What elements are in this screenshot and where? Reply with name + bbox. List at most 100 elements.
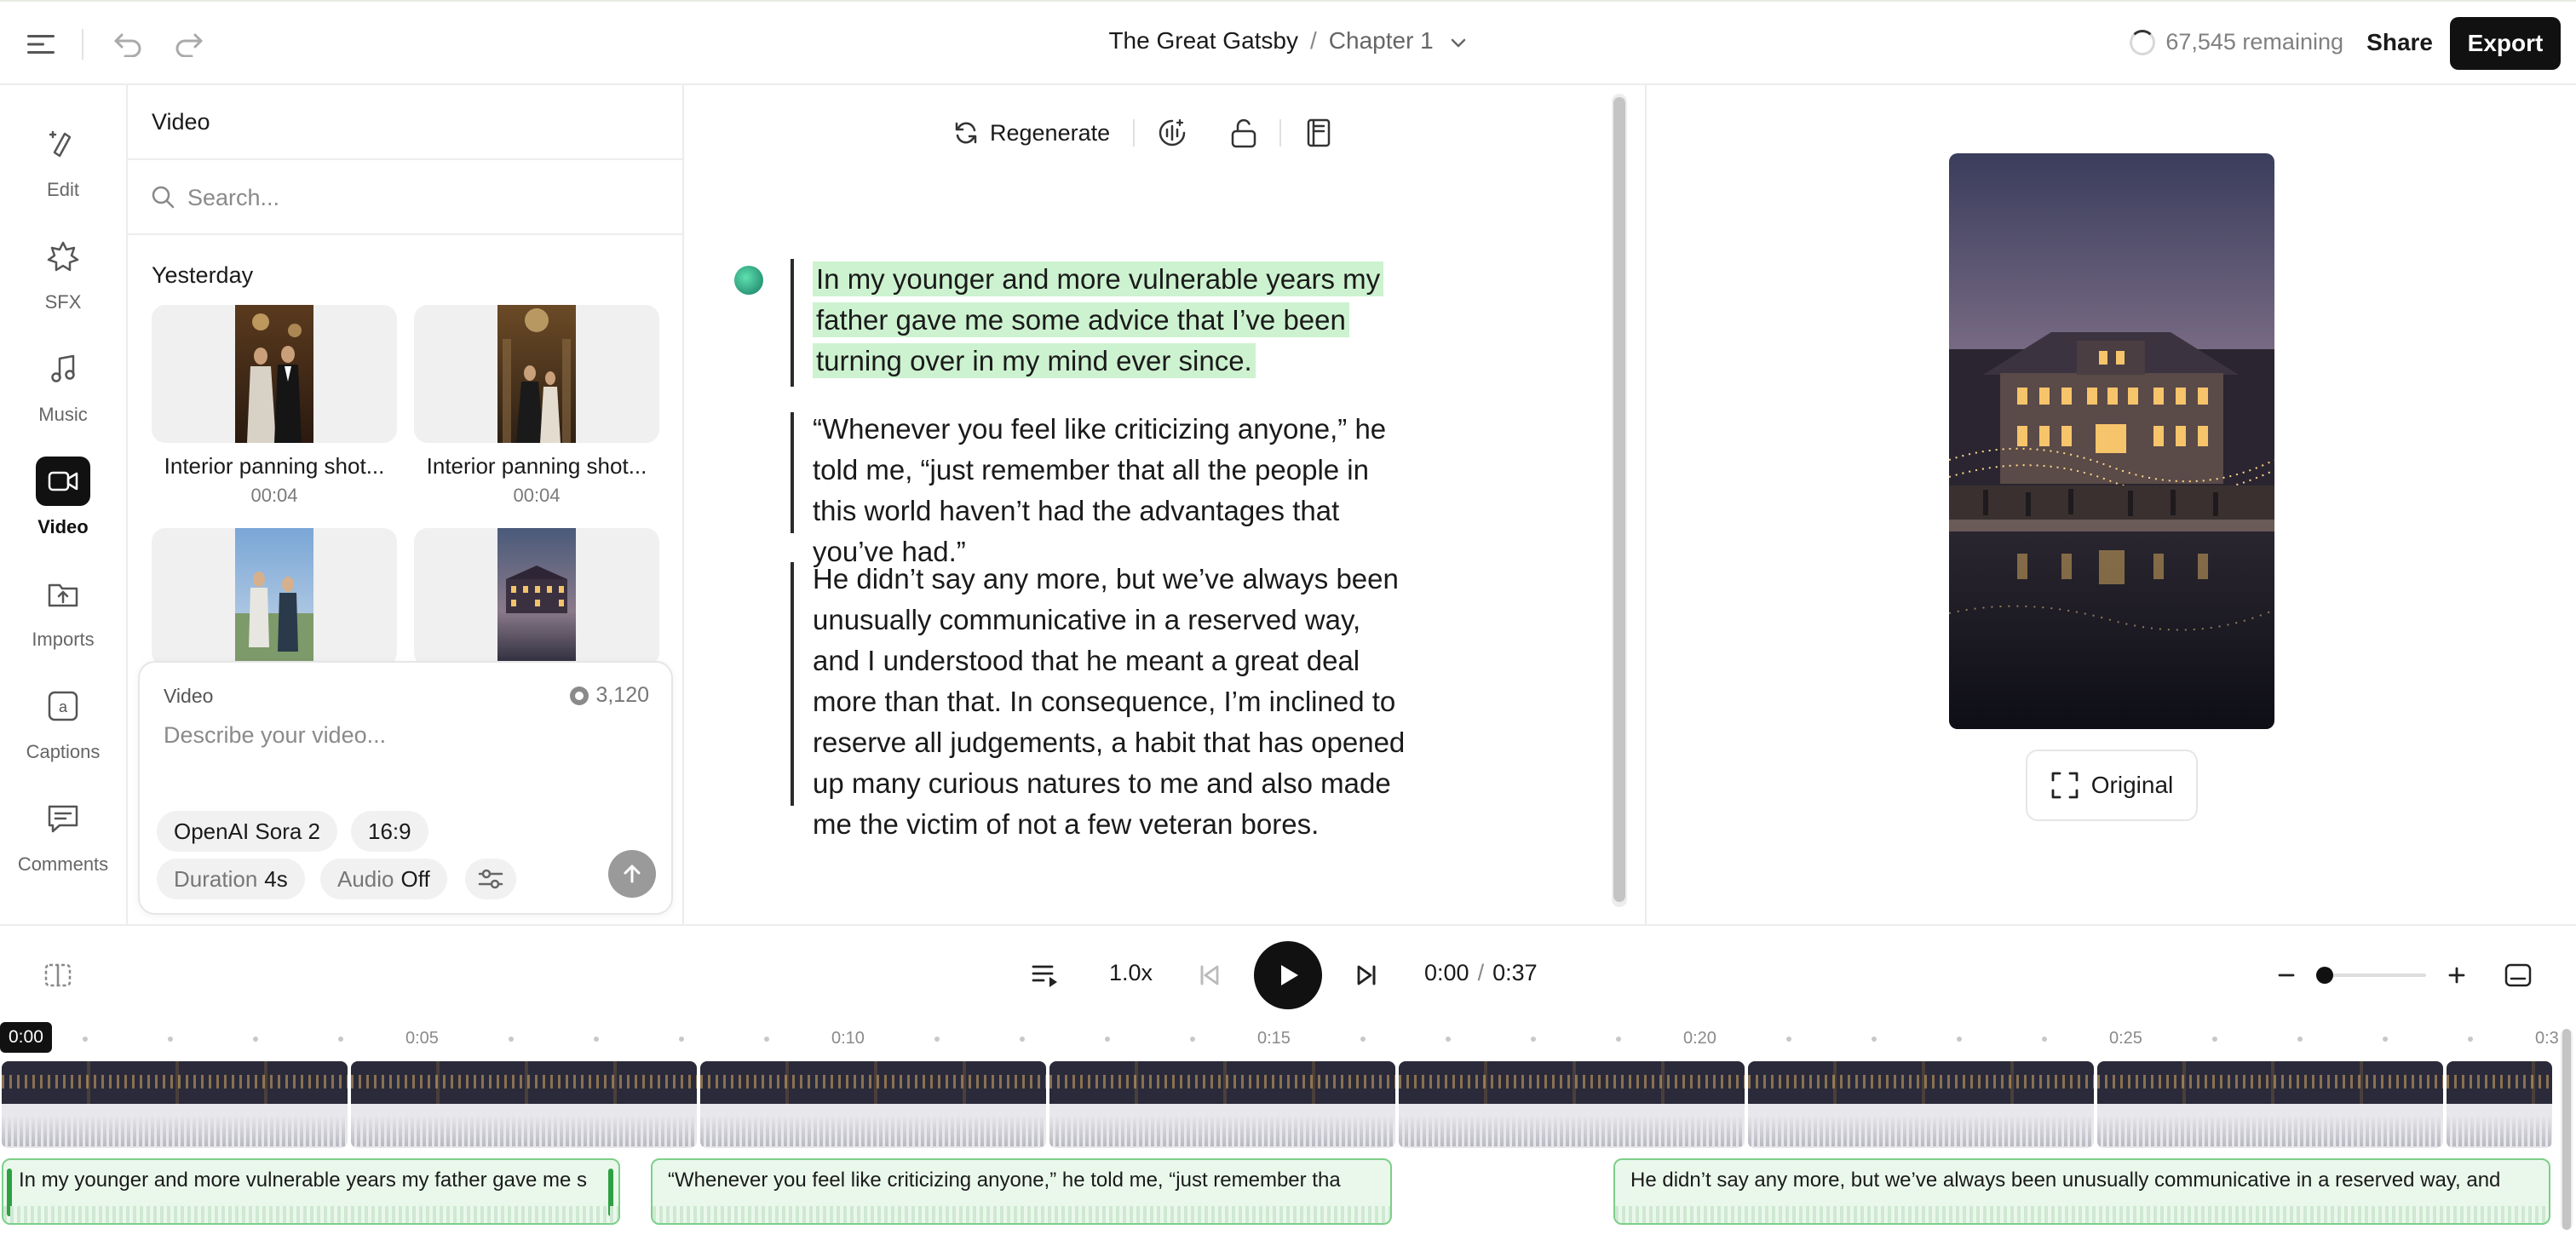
share-button[interactable]: Share: [2366, 29, 2433, 56]
send-button[interactable]: [608, 850, 656, 898]
rail-label: SFX: [44, 291, 82, 313]
tick-label: 0:10: [831, 1029, 865, 1048]
split-view-icon[interactable]: [41, 958, 75, 992]
scrollbar-thumb[interactable]: [2562, 1029, 2571, 1230]
rail-item-comments[interactable]: Comments: [0, 782, 126, 876]
playback-speed[interactable]: 1.0x: [1109, 960, 1153, 986]
zoom-slider[interactable]: [2324, 974, 2426, 977]
video-item[interactable]: [414, 528, 659, 666]
playlist-icon[interactable]: [1027, 956, 1065, 994]
rail-item-music[interactable]: Music: [0, 332, 126, 426]
tick-mark: [2383, 1037, 2388, 1042]
tick-label: 0:20: [1683, 1029, 1716, 1048]
duration-label: Duration: [174, 865, 258, 892]
audio-toggle[interactable]: Audio Off: [320, 859, 447, 899]
caption-clip[interactable]: “Whenever you feel like criticizing anyo…: [651, 1158, 1392, 1225]
rail-item-imports[interactable]: Imports: [0, 557, 126, 651]
panel-title: Video: [152, 109, 210, 135]
video-clip[interactable]: [700, 1061, 1046, 1148]
video-item[interactable]: [152, 528, 397, 666]
redo-icon[interactable]: [170, 26, 208, 63]
tick-mark: [1957, 1037, 1962, 1042]
svg-text:a: a: [59, 698, 68, 715]
captions-icon: a: [36, 681, 90, 731]
mansion-preview-image: [1949, 153, 2274, 729]
video-prompt-input[interactable]: [164, 722, 641, 749]
export-button[interactable]: Export: [2450, 17, 2561, 70]
duration-selector[interactable]: Duration 4s: [157, 859, 305, 899]
tick-label: 0:25: [2109, 1029, 2142, 1048]
zoom-slider-handle[interactable]: [2316, 967, 2333, 984]
total-time: 0:37: [1492, 960, 1538, 985]
video-clip[interactable]: [2097, 1061, 2443, 1148]
scrollbar-thumb[interactable]: [1613, 97, 1625, 902]
tool-rail: Edit SFX Music Video Imports a Captions: [0, 85, 128, 924]
search-icon: [150, 184, 175, 214]
settings-sliders-icon[interactable]: [465, 859, 516, 899]
original-aspect-button[interactable]: Original: [2026, 750, 2198, 821]
chapter-selector[interactable]: Chapter 1: [1329, 27, 1434, 54]
video-thumbnail: [152, 305, 397, 443]
script-paragraph[interactable]: He didn’t say any more, but we’ve always…: [794, 559, 1407, 845]
video-clip[interactable]: [1748, 1061, 2094, 1148]
unlock-icon[interactable]: [1223, 112, 1264, 153]
caption-text: “Whenever you feel like criticizing anyo…: [668, 1169, 1341, 1192]
video-thumbnail: [414, 305, 659, 443]
zoom-out-icon[interactable]: [2269, 958, 2303, 992]
preview-panel: Original: [1645, 85, 2576, 924]
play-button[interactable]: [1254, 941, 1322, 1009]
sidebar-toggle-icon[interactable]: [22, 26, 60, 63]
regenerate-button[interactable]: Regenerate: [952, 112, 1110, 153]
captions-toggle-icon[interactable]: [2501, 958, 2535, 992]
voice-settings-icon[interactable]: [1152, 112, 1193, 153]
model-selector[interactable]: OpenAI Sora 2: [157, 811, 337, 852]
editor-toolbar: Regenerate: [685, 109, 1643, 157]
skip-back-icon[interactable]: [1193, 958, 1227, 992]
tick-mark: [594, 1037, 599, 1042]
video-icon: [36, 457, 90, 506]
aspect-ratio-selector[interactable]: 16:9: [351, 811, 428, 852]
timeline[interactable]: 0:05 0:10 0:15 0:20 0:25 0:3 0:00 In my …: [0, 1022, 2576, 1235]
original-label: Original: [2090, 772, 2174, 798]
search-input[interactable]: [187, 179, 647, 216]
credit-amount: 3,120: [595, 683, 649, 707]
tick-mark: [1786, 1037, 1791, 1042]
playhead[interactable]: 0:00: [0, 1022, 52, 1053]
caption-clip[interactable]: In my younger and more vulnerable years …: [2, 1158, 620, 1225]
video-item[interactable]: Interior panning shot... 00:04: [414, 305, 659, 507]
zoom-in-icon[interactable]: [2440, 958, 2474, 992]
video-preview[interactable]: [1949, 153, 2274, 729]
video-clip[interactable]: [2, 1061, 348, 1148]
video-clip[interactable]: [2447, 1061, 2552, 1148]
video-clip[interactable]: [1399, 1061, 1745, 1148]
time-ruler[interactable]: 0:05 0:10 0:15 0:20 0:25 0:3: [0, 1022, 2559, 1056]
caption-clip[interactable]: He didn’t say any more, but we’ve always…: [1613, 1158, 2550, 1225]
rail-item-edit[interactable]: Edit: [0, 107, 126, 201]
editor-scrollbar[interactable]: [1612, 94, 1627, 907]
audio-label: Audio: [337, 865, 394, 892]
undo-icon[interactable]: [109, 26, 147, 63]
tick-mark: [2297, 1037, 2303, 1042]
project-title[interactable]: The Great Gatsby: [1108, 27, 1298, 54]
timeline-scrollbar[interactable]: [2561, 1029, 2573, 1230]
chevron-down-icon[interactable]: [1440, 27, 1468, 54]
video-thumbnail: [414, 528, 659, 666]
video-clip[interactable]: [1049, 1061, 1395, 1148]
pronunciation-dictionary-icon[interactable]: [1298, 112, 1339, 153]
tick-mark: [2042, 1037, 2047, 1042]
video-clip[interactable]: [351, 1061, 697, 1148]
rail-label: Imports: [32, 629, 95, 650]
speaker-avatar[interactable]: [734, 266, 763, 295]
skip-forward-icon[interactable]: [1349, 958, 1383, 992]
video-item[interactable]: Interior panning shot... 00:04: [152, 305, 397, 507]
rail-item-captions[interactable]: a Captions: [0, 669, 126, 763]
rail-item-video[interactable]: Video: [0, 445, 126, 538]
section-heading: Yesterday: [152, 262, 254, 288]
rail-item-sfx[interactable]: SFX: [0, 220, 126, 313]
comments-icon: [36, 794, 90, 843]
paragraph-text: “Whenever you feel like criticizing anyo…: [813, 413, 1387, 567]
script-paragraph[interactable]: In my younger and more vulnerable years …: [794, 259, 1407, 382]
script-paragraph[interactable]: “Whenever you feel like criticizing anyo…: [794, 409, 1407, 572]
tick-mark: [934, 1037, 940, 1042]
tick-label: 0:05: [405, 1029, 439, 1048]
